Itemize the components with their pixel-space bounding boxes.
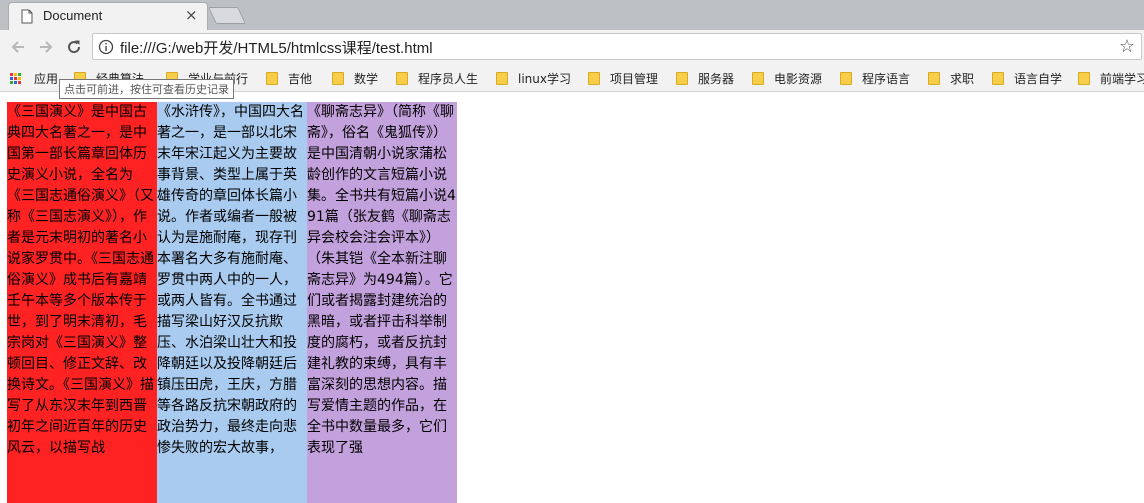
bookmark-label: 前端学习 [1100,71,1144,86]
new-tab-button[interactable] [208,7,246,24]
bookmark-folder[interactable]: 项目管理 [588,69,658,87]
apps-bookmark[interactable]: 应用 [10,69,58,87]
column-liaozhai: 《聊斋志异》（简称《聊斋》，俗名《鬼狐传》）是中国清朝小说家蒲松龄创作的文言短篇… [307,102,457,503]
reload-icon [68,40,81,54]
folder-icon [840,71,852,85]
bookmark-folder[interactable]: linux学习 [496,69,571,87]
bookmark-folder[interactable]: 前端学习 [1078,69,1144,87]
info-icon[interactable] [98,39,114,55]
page-content: 《三国演义》是中国古典四大名著之一，是中国第一部长篇章回体历史演义小说，全名为《… [0,93,1144,503]
bookmark-label: 电影资源 [774,71,823,86]
bookmark-label: 应用 [34,71,59,86]
bookmark-star-icon[interactable]: ☆ [1119,36,1135,57]
bookmark-label: 吉他 [288,71,313,86]
folder-icon [396,71,408,85]
bookmark-label: 程序员人生 [418,71,479,86]
folder-icon [496,71,508,85]
close-icon[interactable]: × [185,6,198,24]
tab-title: Document [43,8,103,23]
toolbar: ☆ [0,30,1144,63]
folder-icon [588,71,600,85]
column-shuihu: 《水浒传》，中国四大名著之一，是一部以北宋末年宋江起义为主要故事背景、类型上属于… [157,102,307,503]
arrow-left-icon [11,41,24,53]
bookmark-label: 服务器 [698,71,735,86]
forward-button[interactable] [35,36,57,58]
bookmark-label: linux学习 [518,71,571,86]
bookmark-folder[interactable]: 电影资源 [752,69,822,87]
bookmark-folder[interactable]: 服务器 [676,69,734,87]
tab-document[interactable]: Document × [8,2,208,30]
folder-icon [676,71,688,85]
bookmark-label: 求职 [950,71,975,86]
address-bar[interactable]: ☆ [92,33,1142,60]
document-icon [21,9,33,24]
reload-button[interactable] [63,36,85,58]
tab-strip: Document × [0,0,1144,30]
bookmark-label: 项目管理 [610,71,659,86]
folder-icon [992,71,1004,85]
bookmark-label: 语言自学 [1014,71,1063,86]
bookmark-folder[interactable]: 数学 [332,69,378,87]
back-button[interactable] [7,36,29,58]
bookmark-label: 数学 [354,71,379,86]
folder-icon [752,71,764,85]
folder-icon [928,71,940,85]
folder-icon [266,71,278,85]
url-input[interactable] [120,37,1080,57]
bookmark-folder[interactable]: 程序员人生 [396,69,478,87]
apps-grid-icon [10,72,21,84]
bookmark-label: 程序语言 [862,71,911,86]
bookmark-folder[interactable]: 求职 [928,69,974,87]
bookmark-folder[interactable]: 语言自学 [992,69,1062,87]
bookmark-folder[interactable]: 吉他 [266,69,312,87]
column-sanguo: 《三国演义》是中国古典四大名著之一，是中国第一部长篇章回体历史演义小说，全名为《… [7,102,157,503]
bookmark-folder[interactable]: 程序语言 [840,69,910,87]
folder-icon [332,71,344,85]
folder-icon [1078,71,1090,85]
arrow-right-icon [40,41,53,53]
forward-tooltip: 点击可前进，按住可查看历史记录 [59,79,234,99]
